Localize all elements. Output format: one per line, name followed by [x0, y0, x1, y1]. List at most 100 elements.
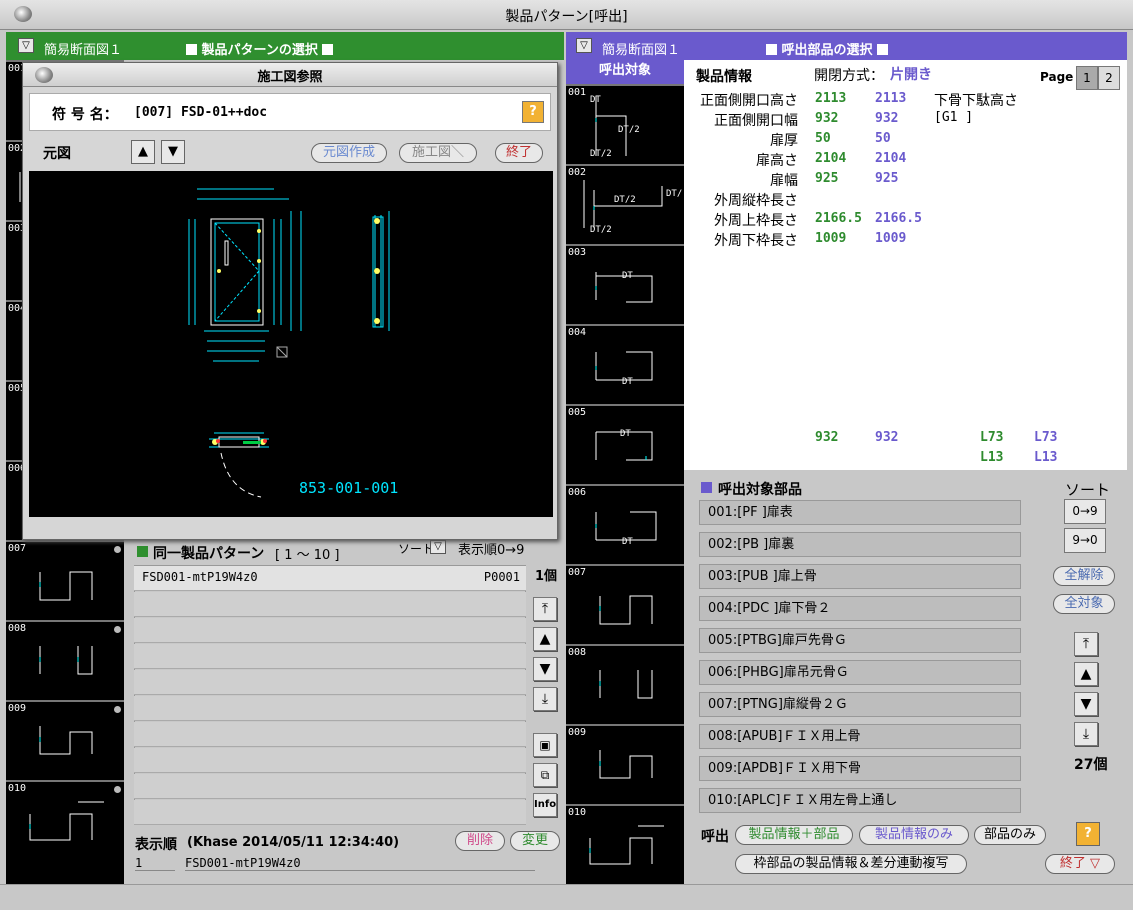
call-parts-only-button[interactable]: 部品のみ — [974, 825, 1046, 845]
call-info-and-parts-button[interactable]: 製品情報＋部品 — [735, 825, 853, 845]
call-target-thumbnail[interactable]: 007 — [566, 564, 684, 644]
call-target-thumbnail[interactable]: 004 DT — [566, 324, 684, 404]
profile-preview — [599, 670, 653, 699]
call-info-only-button[interactable]: 製品情報のみ — [859, 825, 969, 845]
table-row[interactable] — [134, 748, 526, 773]
table-row[interactable] — [134, 644, 526, 669]
info-label: 扉幅 — [770, 173, 798, 189]
pattern-name: FSD001-mtP19W4z0 — [142, 570, 258, 584]
profile-preview: DT DT/2 DT/2 — [590, 95, 640, 159]
table-row[interactable] — [134, 800, 526, 825]
screenshot-icon[interactable]: ▣ — [533, 733, 557, 757]
profile-preview: DT — [595, 351, 653, 387]
right-section-dropdown[interactable]: ▽ — [576, 38, 592, 53]
delete-button[interactable]: 削除 — [455, 831, 505, 851]
dialog-down-button[interactable]: ▼ — [161, 140, 185, 164]
page-1-button[interactable]: 1 — [1076, 66, 1098, 90]
list-bottom-button[interactable]: ⤓ — [533, 687, 557, 711]
page-label: Page — [1040, 70, 1074, 84]
end-button[interactable]: 終了 ▽ — [1045, 854, 1115, 874]
dialog-help-icon[interactable]: ? — [522, 101, 544, 123]
table-row[interactable]: FSD001-mtP19W4z0 P0001 — [134, 566, 526, 591]
bottom-v2: 932 — [875, 430, 899, 445]
list-item[interactable]: 004:[PDC ]扉下骨２ — [699, 596, 1021, 621]
call-target-thumbnail[interactable]: 003 DT — [566, 244, 684, 324]
sort-desc-button[interactable]: 9→0 — [1064, 528, 1106, 553]
order-name-field[interactable]: FSD001-mtP19W4z0 — [185, 856, 535, 871]
call-target-thumbnail[interactable]: 005 DT — [566, 404, 684, 484]
left-thumbnail[interactable]: 010 — [6, 780, 124, 860]
info-value-1: 925 — [815, 171, 839, 186]
profile-preview — [39, 571, 93, 601]
info-value-2: 2113 — [875, 91, 907, 106]
parts-sort-label: ソート — [1065, 481, 1111, 499]
list-item[interactable]: 003:[PUB ]扉上骨 — [699, 564, 1021, 589]
parts-up-button[interactable]: ▲ — [1074, 662, 1098, 686]
profile-preview: DT — [595, 271, 653, 303]
list-item[interactable]: 010:[APLC]ＦＩＸ用左骨上通し — [699, 788, 1021, 813]
list-down-button[interactable]: ▼ — [533, 657, 557, 681]
left-thumbnail[interactable]: 009 — [6, 700, 124, 780]
window-titlebar: 製品パターン[呼出] — [0, 0, 1133, 30]
call-target-thumbnail[interactable]: 006 DT — [566, 484, 684, 564]
call-target-thumbnail[interactable]: 008 — [566, 644, 684, 724]
l-value-1a: L73 — [980, 430, 1004, 445]
l-value-2a: L13 — [980, 450, 1004, 465]
windows-icon[interactable]: ⧉ — [533, 763, 557, 787]
left-header-title: 製品パターンの選択 — [186, 39, 334, 58]
table-row[interactable] — [134, 670, 526, 695]
select-all-button[interactable]: 全対象 — [1053, 594, 1115, 614]
info-value-2: 925 — [875, 171, 899, 186]
table-row[interactable] — [134, 722, 526, 747]
list-item[interactable]: 005:[PTBG]扉戸先骨Ｇ — [699, 628, 1021, 653]
parts-top-button[interactable]: ⤒ — [1074, 632, 1098, 656]
drawing-number: 853-001-001 — [299, 479, 398, 497]
help-icon[interactable]: ? — [1076, 822, 1100, 846]
list-item[interactable]: 008:[APUB]ＦＩＸ用上骨 — [699, 724, 1021, 749]
list-item[interactable]: 002:[PB ]扉裏 — [699, 532, 1021, 557]
list-up-button[interactable]: ▲ — [533, 627, 557, 651]
call-target-thumbnail[interactable]: 002 DT/2 DT/DT/2 — [566, 164, 684, 244]
call-label: 呼出 — [701, 829, 729, 845]
list-top-button[interactable]: ⤒ — [533, 597, 557, 621]
frame-copy-button[interactable]: 枠部品の製品情報＆差分連動複写 — [735, 854, 967, 874]
clear-all-button[interactable]: 全解除 — [1053, 566, 1115, 586]
call-target-thumbnail[interactable]: 001 DT DT/2 DT/2 — [566, 84, 684, 164]
table-row[interactable] — [134, 592, 526, 617]
list-item[interactable]: 007:[PTNG]扉縦骨２Ｇ — [699, 692, 1021, 717]
order-number-field[interactable]: 1 — [135, 856, 175, 871]
table-row[interactable] — [134, 618, 526, 643]
sort-asc-button[interactable]: 0→9 — [1064, 499, 1106, 524]
window-title: 製品パターン[呼出] — [505, 9, 628, 25]
call-target-thumbnail[interactable]: 009 — [566, 724, 684, 804]
profile-preview — [589, 825, 664, 865]
info-button[interactable]: Info — [533, 793, 557, 817]
left-section-dropdown[interactable]: ▽ — [18, 38, 34, 53]
profile-preview — [39, 646, 93, 675]
construction-drawing-button[interactable]: 施工図＼ — [399, 143, 477, 163]
table-row[interactable] — [134, 696, 526, 721]
call-target-thumbnail[interactable]: 010 — [566, 804, 684, 884]
dialog-up-button[interactable]: ▲ — [131, 140, 155, 164]
left-section-label: 簡易断面図１ — [44, 43, 123, 58]
code-row: 符 号 名： [007] FSD-01++doc ? — [29, 93, 551, 131]
l-value-1b: L73 — [1034, 430, 1058, 445]
left-thumbnail[interactable]: 007 — [6, 540, 124, 620]
list-item[interactable]: 006:[PHBG]扉吊元骨Ｇ — [699, 660, 1021, 685]
create-source-button[interactable]: 元図作成 — [311, 143, 387, 163]
dialog-end-button[interactable]: 終了 — [495, 143, 543, 163]
cad-drawing: 853-001-001 — [29, 171, 553, 517]
same-sort-dropdown[interactable]: ▽ — [430, 540, 446, 554]
svg-text:DT/2: DT/2 — [618, 125, 640, 135]
parts-down-button[interactable]: ▼ — [1074, 692, 1098, 716]
list-item[interactable]: 009:[APDB]ＦＩＸ用下骨 — [699, 756, 1021, 781]
parts-bottom-button[interactable]: ⤓ — [1074, 722, 1098, 746]
left-thumbnail[interactable]: 008 — [6, 620, 124, 700]
profile-preview: DT — [595, 429, 653, 461]
change-button[interactable]: 変更 — [510, 831, 560, 851]
profile-preview: DT — [595, 511, 657, 547]
table-row[interactable] — [134, 774, 526, 799]
page-2-button[interactable]: 2 — [1098, 66, 1120, 90]
list-item[interactable]: 001:[PF ]扉表 — [699, 500, 1021, 525]
svg-text:DT: DT — [620, 429, 631, 439]
